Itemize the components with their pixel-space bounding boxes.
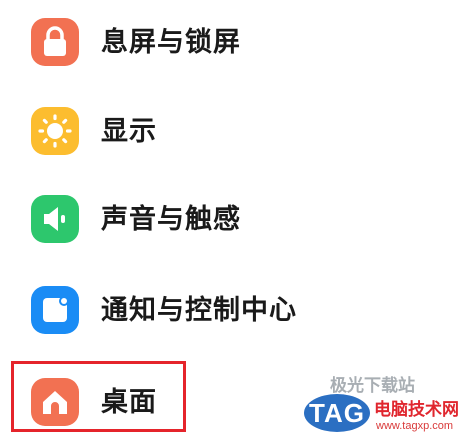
highlight-box	[11, 361, 186, 432]
settings-item-label: 通知与控制中心	[101, 295, 297, 326]
settings-item-label: 息屏与锁屏	[101, 27, 241, 58]
settings-item-sound[interactable]: 声音与触感	[0, 191, 464, 251]
sun-icon	[31, 107, 79, 155]
watermark-tag-logo: TAG	[304, 394, 370, 432]
settings-item-label: 显示	[101, 116, 157, 147]
settings-item-label: 声音与触感	[101, 204, 241, 235]
notification-icon	[31, 286, 79, 334]
speaker-icon	[31, 195, 79, 243]
settings-list: 息屏与锁屏 显示 声音与触感 通知与控制中心 桌面	[0, 0, 464, 437]
settings-item-lock-screen[interactable]: 息屏与锁屏	[0, 14, 464, 74]
settings-item-notifications[interactable]: 通知与控制中心	[0, 282, 464, 342]
watermark-site-name: 电脑技术网	[374, 400, 459, 420]
settings-item-display[interactable]: 显示	[0, 103, 464, 163]
watermark-url: www.tagxp.com	[376, 420, 454, 432]
lock-icon	[31, 18, 79, 66]
watermark-top-text: 极光下载站	[330, 376, 415, 396]
watermark: 极光下载站 TAG 电脑技术网 www.tagxp.com	[300, 376, 464, 437]
